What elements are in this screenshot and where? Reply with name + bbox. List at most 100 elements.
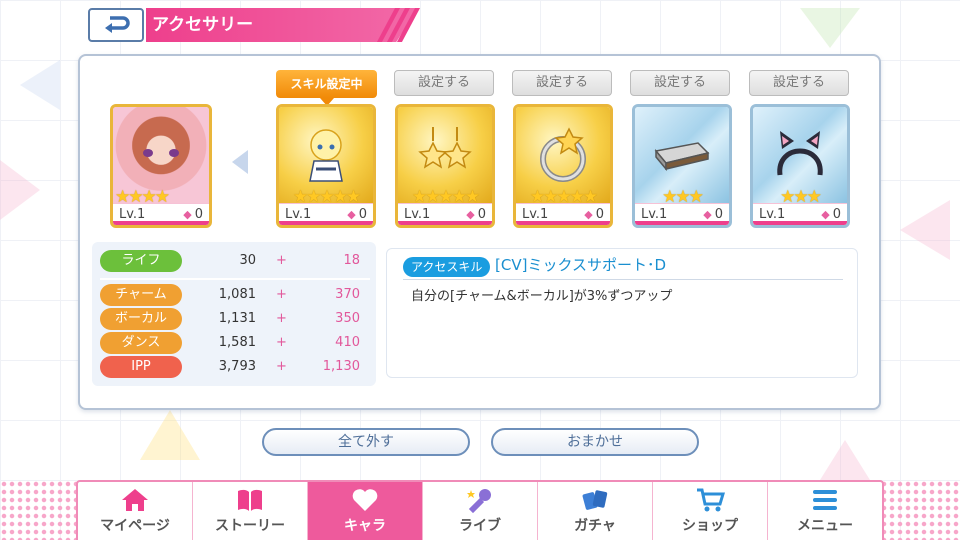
back-button[interactable] (88, 8, 144, 42)
stat-plus: + (276, 359, 287, 374)
nav-label: メニュー (797, 518, 853, 534)
accessory-card[interactable]: ★★★★★ Lv.1 ◆ 0 (395, 104, 495, 228)
chibi-character-icon (309, 129, 343, 182)
gem-icon: ◆ (821, 208, 830, 221)
star-ring-icon (540, 127, 586, 182)
gem-icon: ◆ (703, 208, 712, 221)
remove-all-button[interactable]: 全て外す (262, 428, 470, 456)
nav-label: キャラ (344, 518, 386, 534)
stat-base: 1,581 (218, 335, 256, 350)
stat-label: チャーム (100, 284, 182, 306)
nav-item-story[interactable]: ストーリー (193, 482, 308, 540)
stat-divider (100, 278, 370, 280)
back-arrow-icon (105, 16, 130, 33)
stat-label: ダンス (100, 332, 182, 354)
stat-base: 3,793 (218, 359, 256, 374)
stat-base: 1,081 (218, 287, 256, 302)
stat-label: ボーカル (100, 308, 182, 330)
nav-label: ガチャ (574, 518, 616, 534)
set-button[interactable]: 設定する (394, 70, 494, 96)
stat-plus: + (276, 311, 287, 326)
stat-base: 1,131 (218, 311, 256, 326)
nav-label: ストーリー (215, 518, 285, 534)
skill-description: 自分の[チャーム&ボーカル]が3%ずつアップ (411, 289, 673, 304)
nav-item-gacha[interactable]: ガチャ (538, 482, 653, 540)
stat-row-life: ライフ 30 + 18 (100, 250, 370, 272)
gem-count: 0 (194, 207, 203, 222)
set-button[interactable]: 設定する (512, 70, 612, 96)
nav-item-character[interactable]: キャラ (308, 482, 423, 540)
set-button[interactable]: 設定する (630, 70, 730, 96)
stat-row-ipp: IPP 3,793 + 1,130 (100, 356, 370, 378)
title-stripes (376, 8, 421, 42)
skill-active-badge: スキル設定中 (276, 70, 377, 106)
stat-label: ライフ (100, 250, 182, 272)
auto-equip-button[interactable]: おまかせ (491, 428, 699, 456)
decor-triangle (800, 8, 860, 48)
page-title: アクセサリー (146, 8, 418, 42)
accessory-card[interactable]: ★★★ Lv.1 ◆ 0 (750, 104, 850, 228)
nav-item-shop[interactable]: ショップ (653, 482, 768, 540)
decor-triangle (140, 410, 200, 460)
stat-bonus: 410 (335, 335, 360, 350)
decor-dots (880, 480, 960, 540)
stat-bonus: 18 (343, 253, 360, 268)
stats-panel: ライフ 30 + 18 チャーム 1,081 + 370 ボーカル 1,131 … (92, 242, 376, 386)
skill-panel: アクセスキル [CV]ミックスサポート･D 自分の[チャーム&ボーカル]が3%ず… (386, 248, 858, 378)
cat-ear-headband-icon (777, 131, 823, 176)
gem-icon: ◆ (466, 208, 475, 221)
stat-bonus: 350 (335, 311, 360, 326)
stat-base: 30 (239, 253, 256, 268)
nav-label: ライブ (459, 518, 501, 534)
gem-count: 0 (714, 207, 723, 222)
accessory-card[interactable]: ★★★★★ Lv.1 ◆ 0 (513, 104, 613, 228)
gem-count: 0 (832, 207, 841, 222)
nav-item-menu[interactable]: メニュー (768, 482, 882, 540)
accessory-card[interactable]: ★★★ Lv.1 ◆ 0 (632, 104, 732, 228)
card-stripe (516, 221, 610, 225)
microphone-icon (467, 489, 491, 513)
gem-count: 0 (358, 207, 367, 222)
skill-divider (403, 279, 843, 280)
skill-label: アクセスキル (403, 257, 491, 277)
decor-triangle (900, 200, 950, 260)
skill-name: [CV]ミックスサポート･D (495, 256, 667, 274)
gem-icon: ◆ (347, 208, 356, 221)
stat-plus: + (276, 253, 287, 268)
stat-label: IPP (100, 356, 182, 378)
stat-bonus: 1,130 (322, 359, 360, 374)
card-stripe (113, 221, 209, 225)
bottom-nav: マイページ ストーリー キャラ ライブ ガチャ ショップ メニュー (76, 480, 884, 540)
accessory-card[interactable]: ★★★★★ Lv.1 ◆ 0 (276, 104, 376, 228)
star-earrings-icon (418, 127, 472, 169)
cards-icon (582, 490, 608, 510)
card-stripe (398, 221, 492, 225)
decor-triangle (20, 60, 60, 110)
gem-count: 0 (477, 207, 486, 222)
card-stripe (635, 221, 729, 225)
nav-label: マイページ (100, 518, 170, 534)
stat-plus: + (276, 335, 287, 350)
decor-triangle (0, 160, 40, 220)
nav-item-mypage[interactable]: マイページ (78, 482, 193, 540)
harmonica-icon (654, 142, 710, 172)
gem-icon: ◆ (183, 208, 192, 221)
decor-triangle (820, 440, 870, 480)
set-button[interactable]: 設定する (749, 70, 849, 96)
nav-label: ショップ (682, 518, 738, 534)
cart-icon (697, 488, 725, 512)
gem-count: 0 (595, 207, 604, 222)
stat-plus: + (276, 287, 287, 302)
stat-row-dance: ダンス 1,581 + 410 (100, 332, 370, 354)
gem-icon: ◆ (584, 208, 593, 221)
stat-bonus: 370 (335, 287, 360, 302)
book-icon (238, 489, 262, 511)
arrow-left-icon (232, 150, 248, 174)
stat-row-charm: チャーム 1,081 + 370 (100, 284, 370, 306)
card-stripe (753, 221, 847, 225)
character-card[interactable]: ★★★★ Lv.1 ◆ 0 (110, 104, 212, 228)
stat-row-vocal: ボーカル 1,131 + 350 (100, 308, 370, 330)
nav-item-live[interactable]: ライブ (423, 482, 538, 540)
menu-icon (813, 490, 837, 510)
decor-dots (0, 480, 80, 540)
